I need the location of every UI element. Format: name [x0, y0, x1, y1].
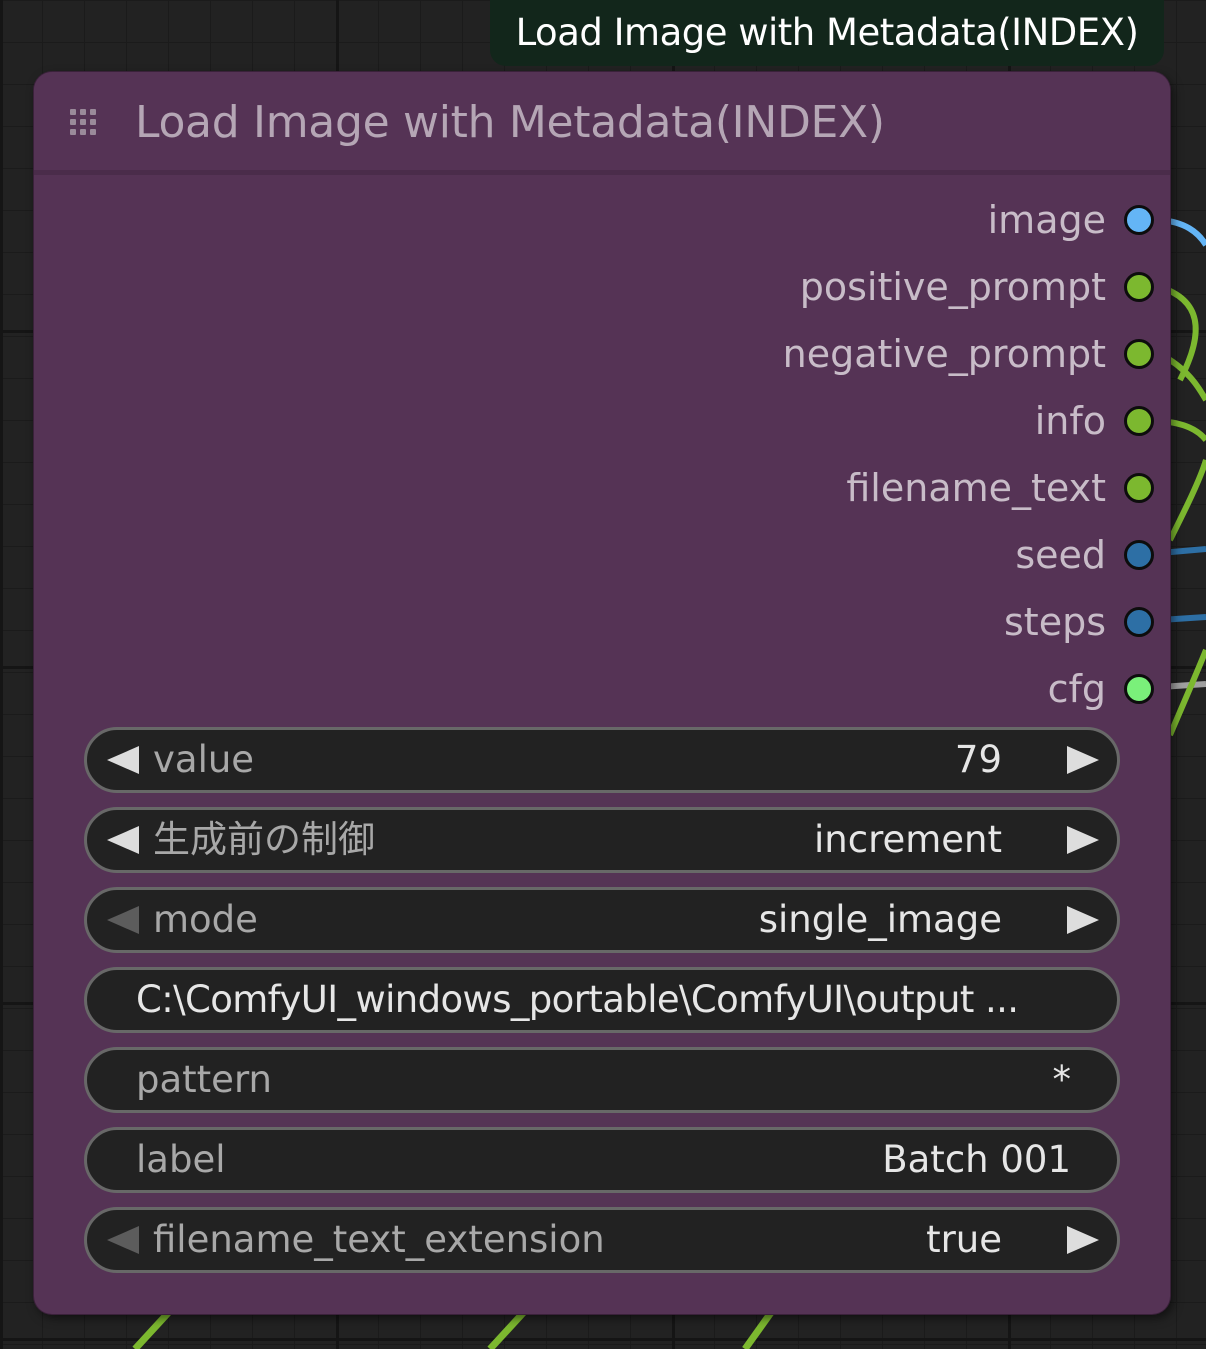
output-slot-icon[interactable]	[1124, 674, 1154, 704]
output-info[interactable]: info	[470, 396, 1170, 446]
next-option-arrow-icon[interactable]	[1067, 1226, 1099, 1254]
output-positive-prompt[interactable]: positive_prompt	[470, 262, 1170, 312]
output-label: steps	[1004, 600, 1106, 644]
label-text-widget[interactable]: label Batch 001	[84, 1127, 1120, 1193]
output-label: seed	[1015, 533, 1106, 577]
node-header[interactable]: Load Image with Metadata(INDEX)	[34, 72, 1170, 172]
widget-label: filename_text_extension	[153, 1218, 605, 1261]
output-slot-icon[interactable]	[1124, 406, 1154, 436]
directory-path-value: C:\ComfyUI_windows_portable\ComfyUI\outp…	[136, 978, 1019, 1021]
wire-extra	[1167, 648, 1206, 737]
decrement-arrow-icon[interactable]	[107, 746, 139, 774]
pattern-text-widget[interactable]: pattern *	[84, 1047, 1120, 1113]
output-steps[interactable]: steps	[470, 597, 1170, 647]
previous-option-arrow-icon[interactable]	[107, 906, 139, 934]
widget-label: mode	[153, 898, 258, 941]
output-label: image	[987, 198, 1106, 242]
output-slot-icon[interactable]	[1124, 473, 1154, 503]
load-image-metadata-node[interactable]: Load Image with Metadata(INDEX) image po…	[34, 72, 1170, 1314]
widget-value: true	[926, 1218, 1002, 1261]
next-option-arrow-icon[interactable]	[1067, 906, 1099, 934]
widget-value: 79	[954, 738, 1002, 781]
value-number-widget[interactable]: value 79	[84, 727, 1120, 793]
output-label: info	[1034, 399, 1106, 443]
widget-value: increment	[814, 818, 1002, 861]
output-label: negative_prompt	[782, 332, 1106, 376]
output-seed[interactable]: seed	[470, 530, 1170, 580]
filename-text-extension-toggle-widget[interactable]: filename_text_extension true	[84, 1207, 1120, 1273]
previous-option-arrow-icon[interactable]	[107, 1226, 139, 1254]
widget-label: value	[153, 738, 255, 781]
output-slot-icon[interactable]	[1124, 607, 1154, 637]
output-label: filename_text	[846, 466, 1106, 510]
control-after-generate-widget[interactable]: 生成前の制御 increment	[84, 807, 1120, 873]
wire-filename-text	[1167, 459, 1206, 542]
widget-label: pattern	[136, 1058, 272, 1101]
output-slot-icon[interactable]	[1124, 540, 1154, 570]
widget-label: label	[136, 1138, 226, 1181]
increment-arrow-icon[interactable]	[1067, 746, 1099, 774]
node-tooltip: Load Image with Metadata(INDEX)	[490, 0, 1164, 66]
mode-combo-widget[interactable]: mode single_image	[84, 887, 1120, 953]
drag-handle-icon[interactable]	[70, 109, 98, 137]
output-label: cfg	[1047, 667, 1106, 711]
output-negative-prompt[interactable]: negative_prompt	[470, 329, 1170, 379]
previous-option-arrow-icon[interactable]	[107, 826, 139, 854]
output-slot-icon[interactable]	[1124, 339, 1154, 369]
directory-path-text-widget[interactable]: C:\ComfyUI_windows_portable\ComfyUI\outp…	[84, 967, 1120, 1033]
widget-value: single_image	[758, 898, 1002, 941]
widget-value: Batch 001	[882, 1138, 1071, 1181]
output-slot-icon[interactable]	[1124, 272, 1154, 302]
output-image[interactable]: image	[470, 195, 1170, 245]
header-divider	[34, 170, 1170, 175]
node-title: Load Image with Metadata(INDEX)	[135, 97, 885, 148]
output-cfg[interactable]: cfg	[470, 664, 1170, 714]
output-filename-text[interactable]: filename_text	[470, 463, 1170, 513]
widget-value: *	[1052, 1058, 1072, 1101]
output-slot-icon[interactable]	[1124, 205, 1154, 235]
widget-label: 生成前の制御	[153, 818, 375, 861]
next-option-arrow-icon[interactable]	[1067, 826, 1099, 854]
output-label: positive_prompt	[799, 265, 1106, 309]
